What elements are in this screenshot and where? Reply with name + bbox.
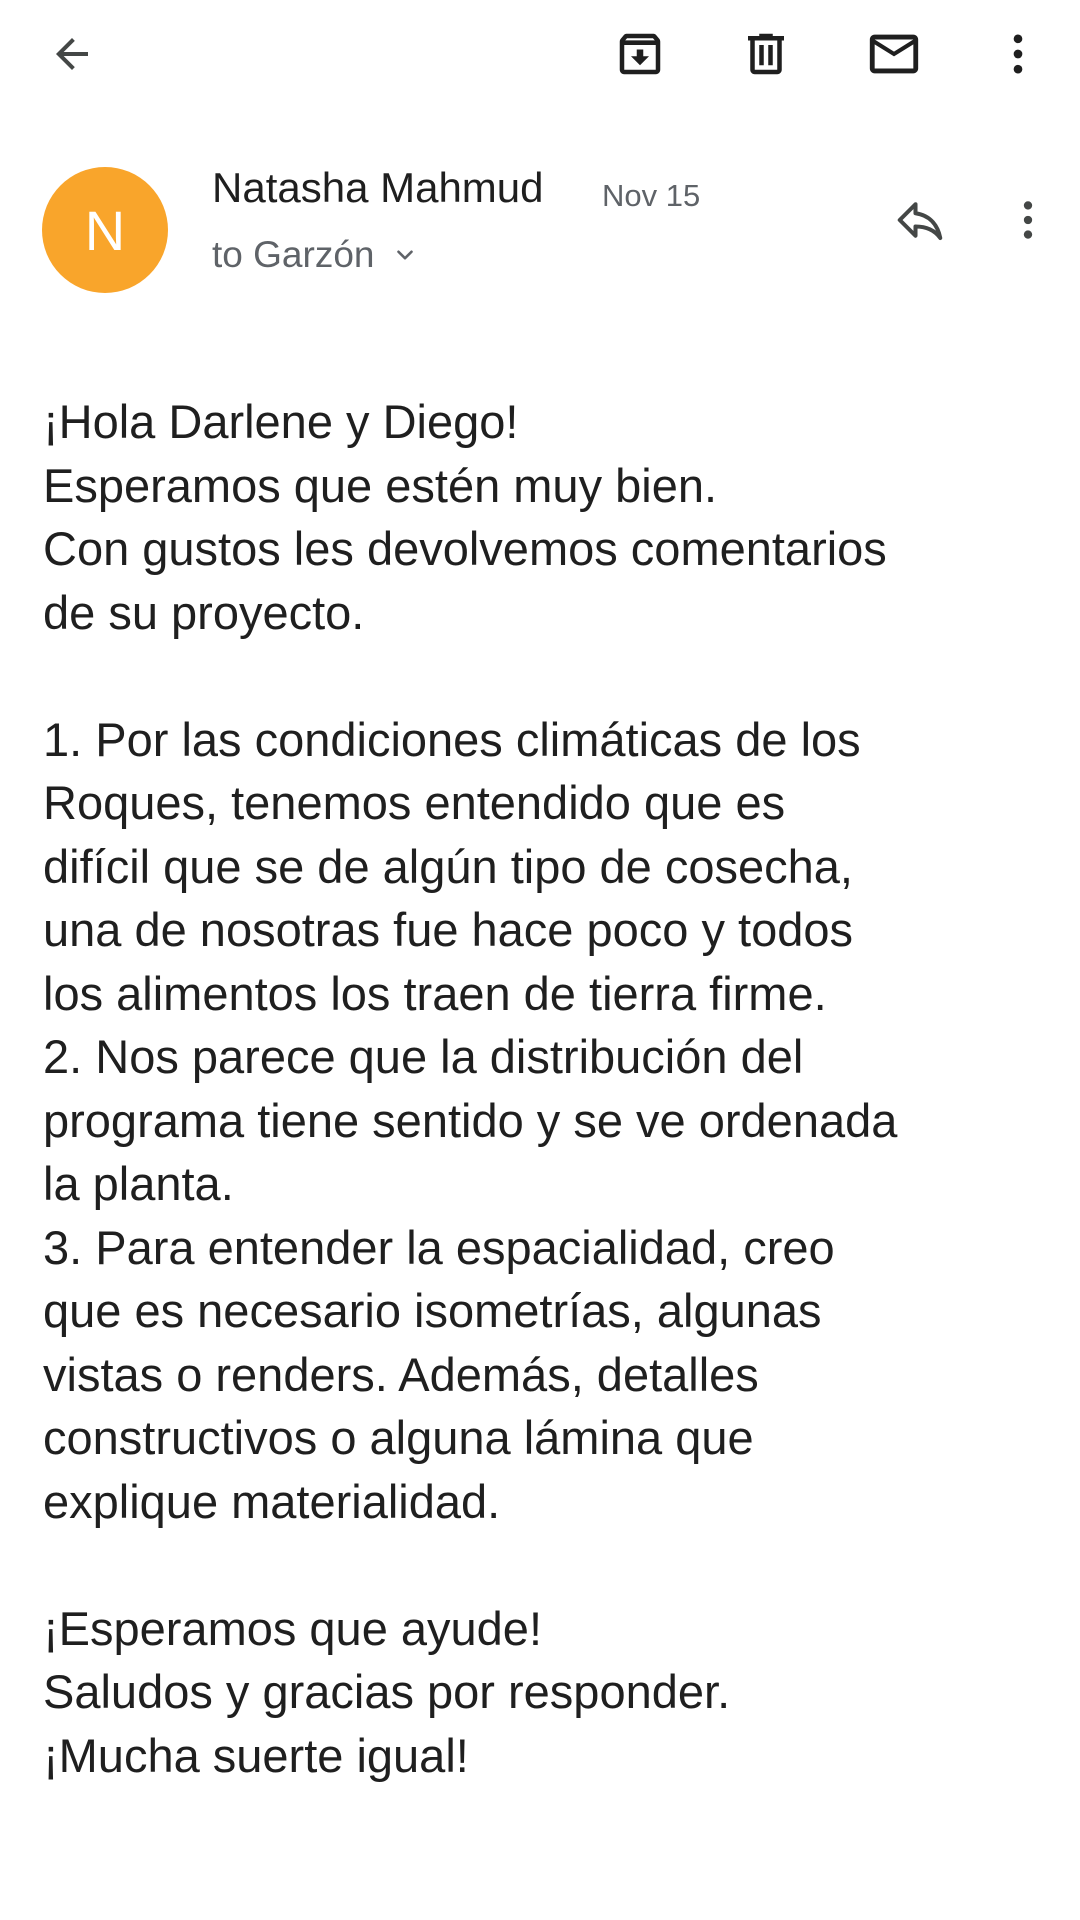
body-line: Saludos y gracias por responder. [43, 1665, 731, 1718]
chevron-down-icon [397, 250, 414, 260]
more-vert-icon [1013, 34, 1023, 74]
top-app-bar [0, 0, 1080, 110]
body-line: la planta. [43, 1157, 234, 1210]
body-line: vistas o renders. Además, detalles [43, 1347, 759, 1401]
message-date: Nov 15 [602, 178, 701, 213]
body-line: programa tiene sentido y se ve ordenada [43, 1093, 898, 1147]
body-line: constructivos o alguna lámina que [43, 1411, 754, 1464]
reply-button[interactable] [880, 180, 960, 260]
back-button[interactable] [32, 14, 112, 94]
body-line: que es necesario isometrías, algunas [43, 1284, 822, 1337]
avatar[interactable]: N [42, 167, 168, 293]
recipient-details-toggle[interactable]: to Garzón [212, 234, 418, 276]
message-more-button[interactable] [988, 180, 1068, 260]
trash-icon [748, 33, 784, 75]
body-line: 1. Por las condiciones climáticas de los [43, 712, 861, 766]
sender-name: Natasha Mahmud [212, 164, 544, 211]
body-line: Esperamos que estén muy bien. [43, 458, 718, 512]
more-options-button[interactable] [978, 14, 1058, 94]
body-line: ¡Mucha suerte igual! [43, 1728, 469, 1782]
body-line: ¡Esperamos que ayude! [43, 1601, 543, 1655]
body-line: los alimentos los traen de tierra firme. [43, 966, 827, 1020]
body-line: explique materialidad. [43, 1474, 501, 1528]
body-line: Con gustos les devolvemos comentarios [43, 522, 887, 575]
body-line: 3. Para entender la espacialidad, creo [43, 1220, 835, 1274]
body-line: ¡Hola Darlene y Diego! [43, 395, 519, 448]
archive-icon [619, 33, 661, 75]
message-body: ¡Hola Darlene y Diego! Esperamos que est… [43, 390, 1053, 1787]
body-line: Roques, tenemos entendido que es [43, 776, 786, 829]
arrow-back-icon [56, 38, 88, 70]
body-line: 2. Nos parece que la distribución del [43, 1030, 804, 1083]
mail-icon [869, 34, 919, 74]
delete-button[interactable] [726, 14, 806, 94]
body-line: de su proyecto. [43, 585, 365, 639]
body-line: difícil que se de algún tipo de cosecha, [43, 839, 853, 893]
recipient-label: to Garzón [212, 234, 375, 275]
body-line: una de nosotras fue hace poco y todos [43, 903, 854, 956]
archive-button[interactable] [600, 14, 680, 94]
reply-icon [897, 202, 943, 241]
more-vert-icon [1023, 201, 1033, 239]
message-header: N Natasha Mahmud Nov 15 to Garzón [0, 160, 1080, 300]
mark-unread-button[interactable] [854, 14, 934, 94]
